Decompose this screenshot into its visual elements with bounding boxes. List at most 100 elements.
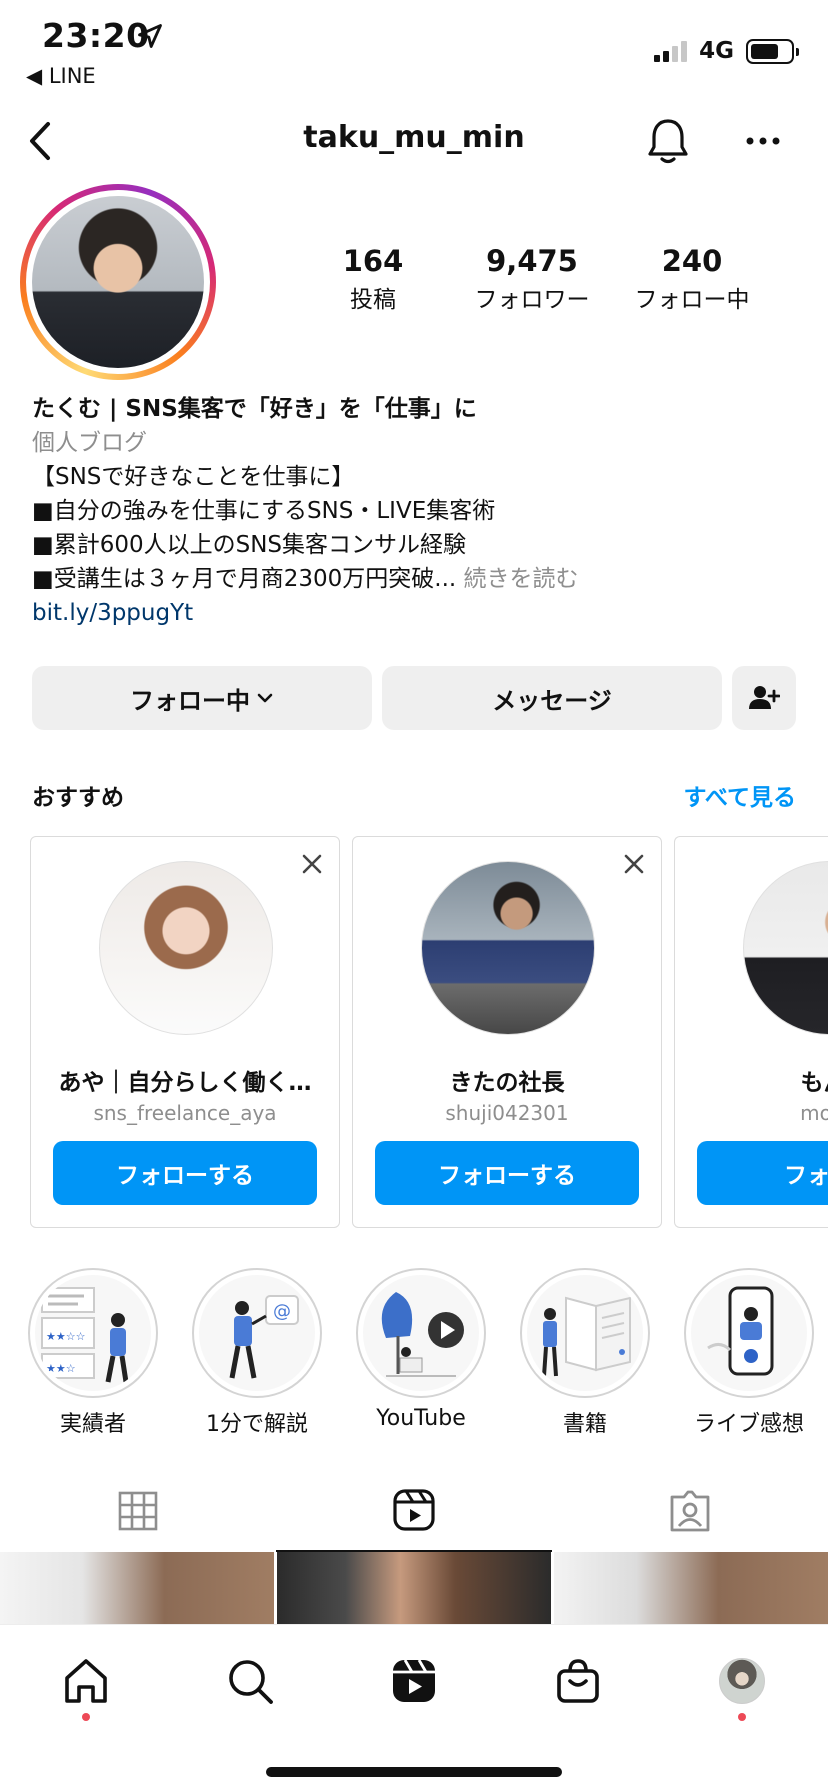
status-indicators: 4G — [654, 38, 799, 64]
following-button[interactable]: フォロー中 — [32, 666, 372, 730]
grid-icon — [118, 1491, 158, 1531]
status-time: 23:20 — [42, 16, 150, 55]
achievements-illustration-icon: ★★☆☆ ★★☆ — [41, 1287, 129, 1383]
display-name: たくむ | SNS集客で「好き」を「仕事」に — [32, 396, 477, 422]
svg-text:★★☆: ★★☆ — [46, 1362, 76, 1375]
nav-reels[interactable] — [384, 1651, 444, 1711]
nav-home[interactable] — [56, 1651, 116, 1711]
followers-label: フォロワー — [474, 287, 590, 313]
nav-profile[interactable] — [712, 1651, 772, 1711]
bio-line: ■累計600人以上のSNS集客コンサル経験 — [32, 532, 467, 558]
reels-icon — [393, 1489, 435, 1531]
book-illustration-icon — [542, 1296, 631, 1377]
followers-count: 9,475 — [486, 244, 578, 278]
bio-line: ■自分の強みを仕事にするSNS・LIVE集客術 — [32, 498, 496, 524]
highlight-item[interactable]: ライブ感想 — [684, 1268, 814, 1438]
highlight-label: ライブ感想 — [693, 1412, 804, 1437]
suggestion-card[interactable]: きたの社長 shuji042301 フォローする — [352, 836, 662, 1228]
reels-grid — [0, 1552, 828, 1624]
message-button-label: メッセージ — [492, 686, 612, 715]
follow-button[interactable]: フォローする — [375, 1141, 639, 1205]
explainer-illustration-icon: @ — [229, 1295, 299, 1379]
suggested-user-avatar[interactable] — [99, 861, 273, 1035]
network-type: 4G — [699, 38, 734, 64]
suggestions-title: おすすめ — [32, 785, 124, 811]
bottom-navigation — [0, 1624, 828, 1792]
more-options-icon[interactable] — [745, 134, 781, 148]
home-notification-dot — [82, 1713, 90, 1721]
live-review-illustration-icon — [707, 1286, 774, 1376]
tab-tagged[interactable] — [552, 1470, 828, 1552]
reel-thumbnail[interactable] — [277, 1552, 551, 1624]
follow-button[interactable]: フォローする — [53, 1141, 317, 1205]
home-icon — [65, 1659, 107, 1703]
posts-label: 投稿 — [350, 287, 396, 313]
suggestion-card[interactable]: もんぐ mongu フォロー — [674, 836, 828, 1228]
following-button-label: フォロー中 — [130, 686, 250, 715]
highlight-item[interactable]: 書籍 — [520, 1268, 650, 1438]
nav-search[interactable] — [220, 1651, 280, 1711]
reel-thumbnail[interactable] — [554, 1552, 828, 1624]
highlight-label: 書籍 — [562, 1412, 607, 1437]
follow-button[interactable]: フォロー — [697, 1141, 828, 1205]
see-all-link[interactable]: すべて見る — [684, 778, 796, 812]
profile-notification-dot — [738, 1713, 746, 1721]
youtube-illustration-icon — [381, 1292, 464, 1377]
bio-line: 【SNSで好きなことを仕事に】 — [32, 464, 355, 490]
search-icon — [229, 1660, 273, 1704]
following-count: 240 — [661, 244, 723, 278]
svg-text:★★☆☆: ★★☆☆ — [46, 1330, 86, 1343]
highlight-item[interactable]: YouTube — [356, 1268, 486, 1431]
reel-thumbnail[interactable] — [0, 1552, 274, 1624]
bio-line: ■受講生は３ヶ月で月商2300万円突破... — [32, 566, 457, 592]
highlight-label: 1分で解説 — [206, 1412, 308, 1437]
nav-shop[interactable] — [548, 1651, 608, 1711]
suggested-user-name: あや｜自分らしく働く… — [58, 1070, 312, 1096]
tab-posts-grid[interactable] — [0, 1470, 276, 1552]
posts-stat[interactable]: 164 投稿 — [328, 244, 418, 314]
read-more-link[interactable]: 続きを読む — [464, 566, 579, 592]
bio-link[interactable]: bit.ly/3ppugYt — [32, 596, 812, 630]
message-button[interactable]: メッセージ — [382, 666, 722, 730]
close-icon[interactable] — [301, 853, 323, 875]
posts-count: 164 — [342, 244, 404, 278]
profile-avatar[interactable] — [20, 184, 216, 380]
svg-text:@: @ — [273, 1301, 291, 1322]
add-person-icon — [749, 686, 780, 709]
location-arrow-icon — [138, 24, 162, 48]
suggested-user-avatar[interactable] — [743, 861, 828, 1035]
followers-stat[interactable]: 9,475 フォロワー — [466, 244, 598, 314]
suggested-user-username: sns_freelance_aya — [93, 1101, 277, 1125]
suggested-user-avatar[interactable] — [421, 861, 595, 1035]
tagged-person-icon — [670, 1490, 710, 1532]
home-indicator — [266, 1767, 562, 1777]
reels-filled-icon — [393, 1659, 435, 1702]
back-to-app-link[interactable]: ◀ LINE — [26, 64, 96, 88]
bio-line-truncated: ■受講生は３ヶ月で月商2300万円突破... 続きを読む — [32, 562, 812, 596]
chevron-down-icon — [257, 693, 273, 703]
profile-bio: たくむ | SNS集客で「好き」を「仕事」に 個人ブログ 【SNSで好きなことを… — [32, 392, 812, 630]
suggested-users-button[interactable] — [732, 666, 796, 730]
suggestion-card[interactable]: あや｜自分らしく働く… sns_freelance_aya フォローする — [30, 836, 340, 1228]
close-icon[interactable] — [623, 853, 645, 875]
suggested-user-username: shuji042301 — [445, 1101, 569, 1125]
following-label: フォロー中 — [634, 287, 750, 313]
following-stat[interactable]: 240 フォロー中 — [630, 244, 754, 314]
highlight-label: 実績者 — [59, 1412, 126, 1437]
profile-category: 個人ブログ — [32, 430, 147, 456]
suggested-user-name: もんぐ — [800, 1070, 828, 1096]
profile-avatar-small — [719, 1658, 765, 1704]
suggested-user-username: mongu — [800, 1101, 828, 1125]
tab-reels[interactable] — [276, 1470, 552, 1552]
profile-header: taku_mu_min — [0, 110, 828, 172]
shopping-bag-icon — [557, 1659, 599, 1703]
suggested-user-name: きたの社長 — [449, 1070, 565, 1096]
highlight-label: YouTube — [376, 1406, 466, 1431]
battery-icon — [746, 38, 799, 64]
highlight-item[interactable]: @ 1分で解説 — [192, 1268, 322, 1438]
profile-username: taku_mu_min — [303, 120, 525, 155]
highlight-item[interactable]: ★★☆☆ ★★☆ 実績者 — [28, 1268, 158, 1438]
content-tabs — [0, 1470, 828, 1552]
bell-icon[interactable] — [646, 116, 690, 166]
signal-icon — [654, 40, 688, 62]
